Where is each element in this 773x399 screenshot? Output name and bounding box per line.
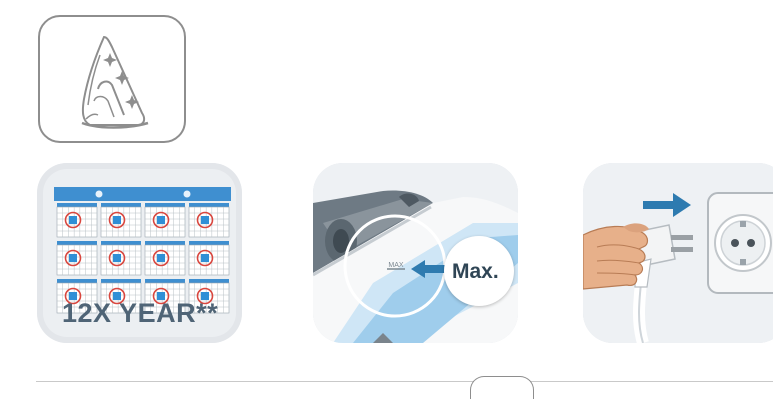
calendar-month: [144, 241, 186, 276]
unplug-icon: [583, 163, 773, 343]
calendar-month: [144, 203, 186, 238]
footer-rule: [36, 381, 773, 382]
calendar-month: [56, 203, 98, 238]
frequency-label: 12X YEAR**: [62, 298, 219, 328]
max-mark-label: MAX: [388, 262, 404, 269]
calendar-month: [188, 241, 230, 276]
calendar-month: [56, 241, 98, 276]
max-bubble-label: Max.: [452, 260, 499, 283]
calendar-month: [100, 241, 142, 276]
calendar-month: [100, 203, 142, 238]
page-number-tab: [470, 376, 534, 399]
iron-self-clean-icon: [81, 35, 149, 129]
calendar-month: [188, 203, 230, 238]
unplug-tile: [583, 163, 773, 343]
iron-icon-box: [38, 15, 186, 143]
